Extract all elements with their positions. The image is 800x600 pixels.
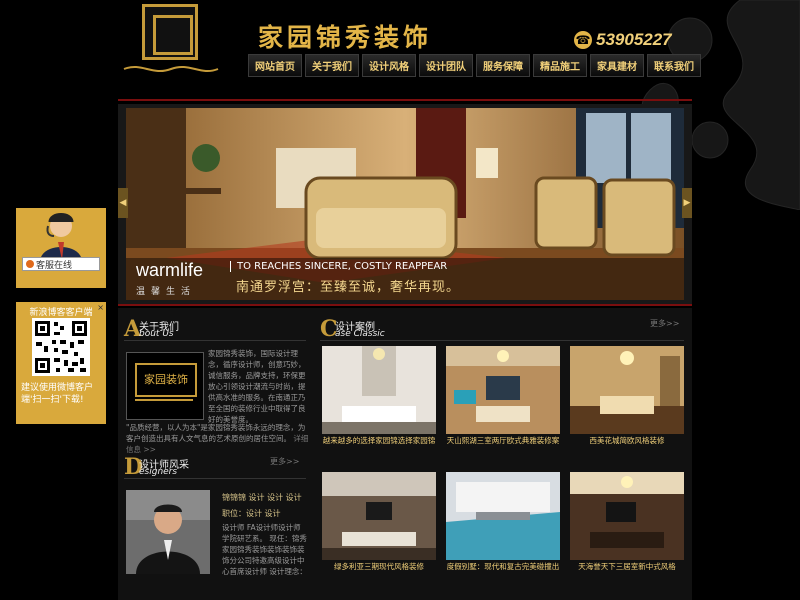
phone-contact: ☎ 53905227 <box>574 30 672 50</box>
case-card[interactable]: 绿多利亚三期现代风格装修 <box>322 472 436 574</box>
about-text-continued-body: "品质经营，以人为本"是家园锦秀装饰永远的理念，为客户创造出具有人文气息的艺术原… <box>126 423 306 443</box>
banner-caption-cn-small: 温馨生活 <box>136 287 197 297</box>
logo[interactable] <box>118 0 224 80</box>
case-card[interactable]: 越来越多的选择家园锦选择家园锦 <box>322 346 436 448</box>
about-image[interactable]: 家园装饰 <box>126 352 204 420</box>
header-divider <box>118 99 692 101</box>
designer-desc: 设计师 FA设计师设计师学院研艺系。 现任：锦秀家园锦秀装饰装饰装饰装饰分公司特… <box>222 523 307 576</box>
cases-more-link[interactable]: 更多>> <box>650 318 679 329</box>
customer-service-panel: 客服在线 <box>16 208 106 288</box>
nav-item-service[interactable]: 服务保障 <box>476 54 530 77</box>
banner-next-button[interactable]: ▶ <box>682 188 692 218</box>
designer-name: 锦锦锦 设计 设计 设计 <box>222 493 302 502</box>
case-label: 越来越多的选择家园锦选择家园锦 <box>322 436 436 445</box>
qr-code <box>32 318 90 376</box>
case-label: 天山熙湖三室两厅欧式典雅装修案 <box>446 436 560 445</box>
about-subtitle: bout Us <box>139 329 174 339</box>
banner-caption-cn: 南通罗浮宫：至臻至诚，奢华再现。 <box>236 280 461 295</box>
nav-item-design-team[interactable]: 设计团队 <box>419 54 473 77</box>
chat-icon <box>26 260 34 268</box>
designers-more-link[interactable]: 更多>> <box>270 456 299 467</box>
case-image <box>570 346 684 434</box>
about-text: 家园锦秀装饰，国际设计理念，循序设计师，创意巧妙，诚信服务，品牌支持，环保更放心… <box>208 349 306 424</box>
nav-item-about[interactable]: 关于我们 <box>305 54 359 77</box>
designers-subtitle: esigners <box>139 467 178 477</box>
logo-mark-icon <box>142 4 198 60</box>
qr-title: 新浪博客客户端 <box>29 308 93 318</box>
banner-slogan: TO REACHES SINCERE, COSTLY REAPPEAR <box>230 261 447 272</box>
banner-prev-button[interactable]: ◀ <box>118 188 128 218</box>
case-card[interactable]: 天海誉天下三居室新中式风格 <box>570 472 684 574</box>
case-image <box>322 346 436 434</box>
customer-service-avatar-icon <box>40 213 82 262</box>
case-label: 绿多利亚三期现代风格装修 <box>334 562 424 571</box>
designer-photo[interactable] <box>126 490 210 574</box>
about-divider <box>124 340 306 341</box>
case-card[interactable]: 度假别墅：现代和复古完美碰撞出 <box>446 472 560 574</box>
case-label: 天海誉天下三居室新中式风格 <box>578 562 676 571</box>
phone-icon: ☎ <box>574 31 592 49</box>
banner-caption-en: warmlife <box>136 260 204 280</box>
main-nav: 网站首页 关于我们 设计风格 设计团队 服务保障 精品施工 家具建材 联系我们 <box>248 54 701 77</box>
case-image <box>446 472 560 560</box>
logo-scroll-ornament <box>123 66 219 72</box>
banner-caption: warmlife 温馨生活 TO REACHES SINCERE, COSTLY… <box>126 258 684 300</box>
case-label: 度假别墅：现代和复古完美碰撞出 <box>446 562 560 571</box>
cases-subtitle: ase Classic <box>335 329 385 339</box>
designer-role: 职位：设计 设计 <box>222 509 281 518</box>
case-label: 西美花城简欧风格装修 <box>589 436 665 445</box>
weibo-qr-panel: 新浪博客客户端 × 建议使用微博客户端'扫一扫'下载! <box>16 302 106 424</box>
nav-item-contact[interactable]: 联系我们 <box>647 54 701 77</box>
about-section-header: A 关于我们 bout Us <box>124 316 306 342</box>
qr-hint-text: 建议使用微博客户端'扫一扫'下载! <box>21 383 94 405</box>
case-image <box>446 346 560 434</box>
nav-item-design-style[interactable]: 设计风格 <box>362 54 416 77</box>
cases-section-header: C 设计案例 ase Classic <box>320 316 684 342</box>
about-logo-badge: 家园装饰 <box>135 363 197 397</box>
online-service-label: 客服在线 <box>36 260 73 271</box>
case-image <box>322 472 436 560</box>
about-logo-rule <box>135 399 193 401</box>
nav-item-home[interactable]: 网站首页 <box>248 54 302 77</box>
content-area: A 关于我们 bout Us 家园装饰 家园锦秀装饰，国际设计理念，循序设计师，… <box>118 308 692 600</box>
banner-divider <box>118 304 692 306</box>
nav-item-materials[interactable]: 家具建材 <box>590 54 644 77</box>
designers-divider <box>124 478 306 479</box>
banner-image[interactable]: warmlife 温馨生活 TO REACHES SINCERE, COSTLY… <box>126 108 684 300</box>
brand-name: 家园锦秀装饰 <box>258 23 433 52</box>
case-card[interactable]: 天山熙湖三室两厅欧式典雅装修案 <box>446 346 560 448</box>
case-image <box>570 472 684 560</box>
online-service-button[interactable]: 客服在线 <box>22 257 100 271</box>
qr-close-button[interactable]: × <box>97 303 104 312</box>
about-text-continued: "品质经营，以人为本"是家园锦秀装饰永远的理念，为客户创造出具有人文气息的艺术原… <box>126 422 310 455</box>
nav-item-construction[interactable]: 精品施工 <box>533 54 587 77</box>
designer-portrait <box>126 490 210 574</box>
phone-number: 53905227 <box>596 30 672 49</box>
case-card[interactable]: 西美花城简欧风格装修 <box>570 346 684 448</box>
banner-slideshow: warmlife 温馨生活 TO REACHES SINCERE, COSTLY… <box>118 104 692 304</box>
cases-divider <box>320 340 684 341</box>
